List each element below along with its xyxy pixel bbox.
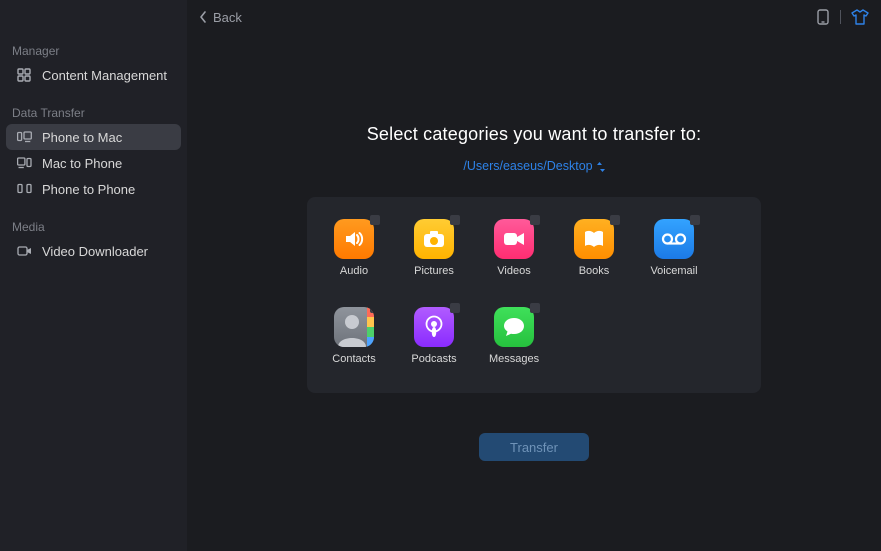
category-label: Videos bbox=[497, 265, 530, 277]
nav-label: Content Management bbox=[42, 68, 167, 83]
transfer-label: Transfer bbox=[510, 440, 558, 455]
messages-icon bbox=[494, 307, 534, 347]
section-media: Media bbox=[0, 214, 187, 238]
category-voicemail[interactable]: Voicemail bbox=[649, 219, 699, 277]
divider bbox=[840, 10, 841, 24]
device-icon[interactable] bbox=[816, 9, 830, 25]
back-button[interactable]: Back bbox=[199, 10, 242, 25]
categories-grid: Audio Pictures Videos bbox=[329, 219, 739, 365]
shirt-icon[interactable] bbox=[851, 9, 869, 25]
nav-video-downloader[interactable]: Video Downloader bbox=[6, 238, 181, 264]
contacts-icon bbox=[334, 307, 374, 347]
category-contacts[interactable]: Contacts bbox=[329, 307, 379, 365]
category-podcasts[interactable]: Podcasts bbox=[409, 307, 459, 365]
nav-label: Phone to Phone bbox=[42, 182, 135, 197]
chevron-left-icon bbox=[199, 11, 207, 23]
category-label: Voicemail bbox=[650, 265, 697, 277]
category-audio[interactable]: Audio bbox=[329, 219, 379, 277]
podcasts-icon bbox=[414, 307, 454, 347]
nav-label: Video Downloader bbox=[42, 244, 148, 259]
videos-icon bbox=[494, 219, 534, 259]
nav-content-management[interactable]: Content Management bbox=[6, 62, 181, 88]
pictures-icon bbox=[414, 219, 454, 259]
page-title: Select categories you want to transfer t… bbox=[367, 124, 702, 145]
content: Select categories you want to transfer t… bbox=[187, 34, 881, 461]
category-messages[interactable]: Messages bbox=[489, 307, 539, 365]
path-text: /Users/easeus/Desktop bbox=[463, 159, 592, 173]
category-label: Messages bbox=[489, 353, 539, 365]
back-label: Back bbox=[213, 10, 242, 25]
topbar: Back bbox=[187, 0, 881, 34]
phone-to-phone-icon bbox=[16, 181, 32, 197]
category-videos[interactable]: Videos bbox=[489, 219, 539, 277]
nav-phone-to-phone[interactable]: Phone to Phone bbox=[6, 176, 181, 202]
category-label: Podcasts bbox=[411, 353, 456, 365]
swap-vertical-icon bbox=[597, 162, 605, 172]
category-pictures[interactable]: Pictures bbox=[409, 219, 459, 277]
sidebar: Manager Content Management Data Transfer… bbox=[0, 0, 187, 551]
destination-path[interactable]: /Users/easeus/Desktop bbox=[463, 159, 604, 173]
books-icon bbox=[574, 219, 614, 259]
mac-to-phone-icon bbox=[16, 155, 32, 171]
topbar-right bbox=[816, 9, 869, 25]
nav-phone-to-mac[interactable]: Phone to Mac bbox=[6, 124, 181, 150]
main: Back Select categories you want to trans… bbox=[187, 0, 881, 551]
categories-panel: Audio Pictures Videos bbox=[307, 197, 761, 393]
section-data-transfer: Data Transfer bbox=[0, 100, 187, 124]
transfer-button[interactable]: Transfer bbox=[479, 433, 589, 461]
category-books[interactable]: Books bbox=[569, 219, 619, 277]
phone-to-mac-icon bbox=[16, 129, 32, 145]
nav-mac-to-phone[interactable]: Mac to Phone bbox=[6, 150, 181, 176]
grid-icon bbox=[16, 67, 32, 83]
voicemail-icon bbox=[654, 219, 694, 259]
nav-label: Mac to Phone bbox=[42, 156, 122, 171]
audio-icon bbox=[334, 219, 374, 259]
category-label: Pictures bbox=[414, 265, 454, 277]
category-label: Contacts bbox=[332, 353, 375, 365]
category-label: Audio bbox=[340, 265, 368, 277]
nav-label: Phone to Mac bbox=[42, 130, 122, 145]
category-label: Books bbox=[579, 265, 610, 277]
section-manager: Manager bbox=[0, 38, 187, 62]
video-downloader-icon bbox=[16, 243, 32, 259]
